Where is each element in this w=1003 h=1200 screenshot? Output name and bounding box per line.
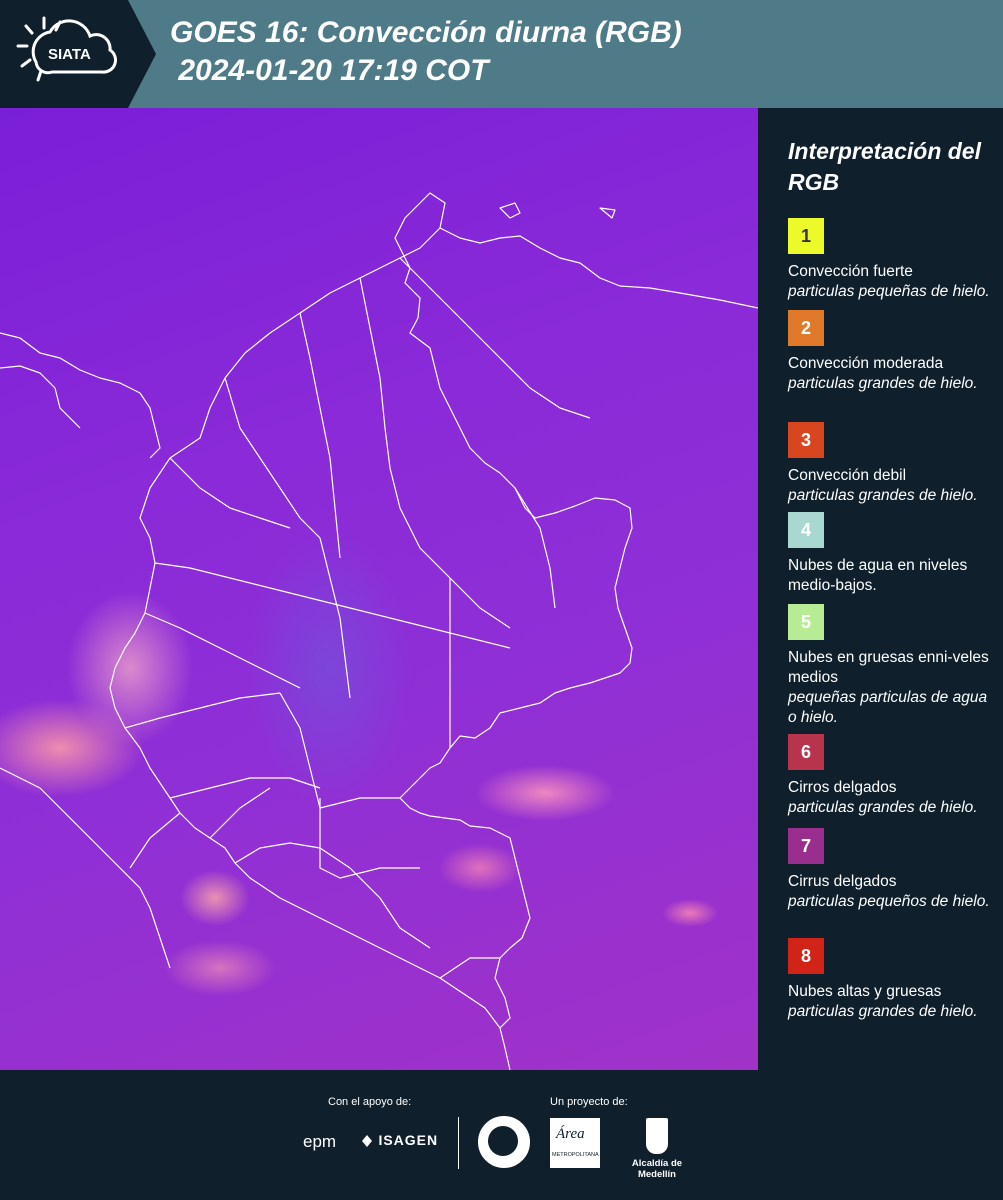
isagen-logo[interactable]: ISAGEN xyxy=(360,1132,438,1150)
legend-swatch: 8 xyxy=(788,938,824,974)
legend-swatch: 4 xyxy=(788,512,824,548)
area-metropolitana-name: Área xyxy=(556,1126,585,1142)
legend-item-subtitle: particulas grandes de hielo. xyxy=(788,487,978,504)
legend-item-title: Convección debil xyxy=(788,467,907,484)
legend-item: 4 Nubes de agua en niveles medio-bajos. xyxy=(788,512,993,596)
legend-item-subtitle: pequeñas particulas de agua o hielo. xyxy=(788,689,988,726)
legend-item-title: Nubes altas y gruesas xyxy=(788,983,942,1000)
logo-arrow-shape xyxy=(128,0,156,108)
legend-swatch: 1 xyxy=(788,218,824,254)
isagen-icon xyxy=(362,1134,372,1147)
legend-panel: Interpretación del RGB 1 Convección fuer… xyxy=(758,108,1003,1070)
legend-item: 1 Convección fuerte particulas pequeñas … xyxy=(788,218,993,302)
legend-item-subtitle: particulas grandes de hielo. xyxy=(788,799,978,816)
legend-item-subtitle: particulas grandes de hielo. xyxy=(788,375,978,392)
legend-item: 5 Nubes en gruesas enni-veles medios peq… xyxy=(788,604,993,728)
legend-item: 2 Convección moderada particulas grandes… xyxy=(788,310,993,394)
legend-swatch: 6 xyxy=(788,734,824,770)
legend-item: 8 Nubes altas y gruesas particulas grand… xyxy=(788,938,993,1022)
legend-item-subtitle: particulas pequeños de hielo. xyxy=(788,893,990,910)
legend-item-title: Cirros delgados xyxy=(788,779,897,796)
legend-item-title: Convección moderada xyxy=(788,355,944,372)
epm-logo[interactable]: epm xyxy=(303,1132,336,1152)
legend-item-subtitle: particulas grandes de hielo. xyxy=(788,1003,978,1020)
legend-item-title: Nubes en gruesas enni-veles medios xyxy=(788,649,989,686)
legend-item-title: Nubes de agua en niveles medio-bajos. xyxy=(788,557,968,594)
area-metropolitana-caption: METROPOLITANA xyxy=(552,1152,599,1158)
area-metropolitana-logo[interactable]: Área METROPOLITANA xyxy=(550,1118,600,1168)
legend-item-subtitle: particulas pequeñas de hielo. xyxy=(788,283,990,300)
legend-swatch: 7 xyxy=(788,828,824,864)
legend-title: Interpretación del RGB xyxy=(788,138,981,195)
siata-logo[interactable]: SIATA xyxy=(0,0,128,108)
alcaldia-logo[interactable]: Alcaldía de Medellín xyxy=(612,1118,702,1180)
legend-item-title: Cirrus delgados xyxy=(788,873,897,890)
footer: Con el apoyo de: Un proyecto de: epm ISA… xyxy=(0,1070,1003,1200)
legend-swatch: 3 xyxy=(788,422,824,458)
legend-item: 3 Convección debil particulas grandes de… xyxy=(788,422,993,506)
alcaldia-shield-icon xyxy=(646,1118,668,1154)
legend-swatch: 2 xyxy=(788,310,824,346)
legend-item: 6 Cirros delgados particulas grandes de … xyxy=(788,734,993,818)
logo-text: SIATA xyxy=(48,46,91,63)
university-seal[interactable] xyxy=(478,1116,530,1168)
support-label: Con el apoyo de: xyxy=(328,1096,412,1108)
alcaldia-text: Alcaldía de Medellín xyxy=(631,1158,683,1180)
isagen-text: ISAGEN xyxy=(378,1132,439,1148)
satellite-map[interactable] xyxy=(0,108,758,1070)
legend-swatch: 5 xyxy=(788,604,824,640)
page-title: GOES 16: Convección diurna (RGB) 2024-01… xyxy=(170,16,682,87)
project-label: Un proyecto de: xyxy=(550,1096,628,1108)
legend-item: 7 Cirrus delgados particulas pequeños de… xyxy=(788,828,993,912)
country-borders xyxy=(0,192,758,1070)
footer-divider xyxy=(458,1117,459,1169)
legend-item-title: Convección fuerte xyxy=(788,263,913,280)
header-bar: SIATA GOES 16: Convección diurna (RGB) 2… xyxy=(0,0,1003,108)
